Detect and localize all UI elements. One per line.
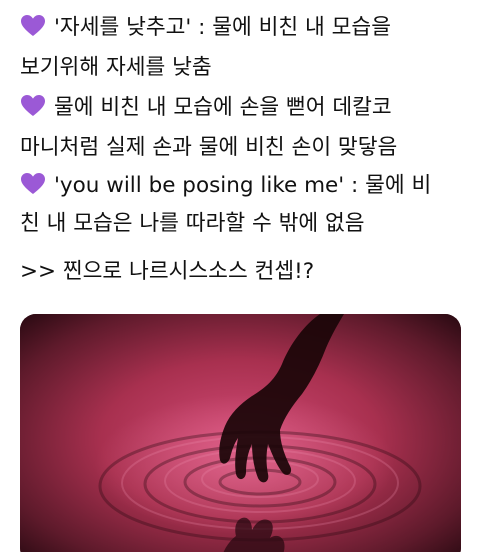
purple-heart-icon [20,14,46,38]
line-5-text: 'you will be posing like me' : 물에 비 [54,173,432,198]
hand-water-reflection-image [20,314,461,552]
tweet-text-line: 보기위해 자세를 낮춤 [20,54,212,82]
line-4-text: 마니처럼 실제 손과 물에 비친 손이 맞닿음 [20,135,398,160]
tweet-text-line: 'you will be posing like me' : 물에 비 [20,172,431,200]
tweet-text-line: 친 내 모습은 나를 따라할 수 밖에 없음 [20,210,365,238]
tweet-body: '자세를 낮추고' : 물에 비친 내 모습을 보기위해 자세를 낮춤 물에 비… [0,0,480,552]
tweet-text-line: >> 찐으로 나르시스소스 컨셉!? [20,258,314,286]
line-1-text: '자세를 낮추고' : 물에 비친 내 모습을 [54,15,391,40]
line-3-text: 물에 비친 내 모습에 손을 뻗어 데칼코 [54,95,392,120]
tweet-text-line: '자세를 낮추고' : 물에 비친 내 모습을 [20,14,391,42]
purple-heart-icon [20,172,46,196]
line-6-text: 친 내 모습은 나를 따라할 수 밖에 없음 [20,211,365,236]
tweet-text-line: 물에 비친 내 모습에 손을 뻗어 데칼코 [20,94,392,122]
tweet-media-image[interactable] [20,314,461,552]
purple-heart-icon [20,94,46,118]
tweet-text-line: 마니처럼 실제 손과 물에 비친 손이 맞닿음 [20,134,397,162]
line-7-text: >> 찐으로 나르시스소스 컨셉!? [20,259,315,284]
line-2-text: 보기위해 자세를 낮춤 [20,55,212,80]
